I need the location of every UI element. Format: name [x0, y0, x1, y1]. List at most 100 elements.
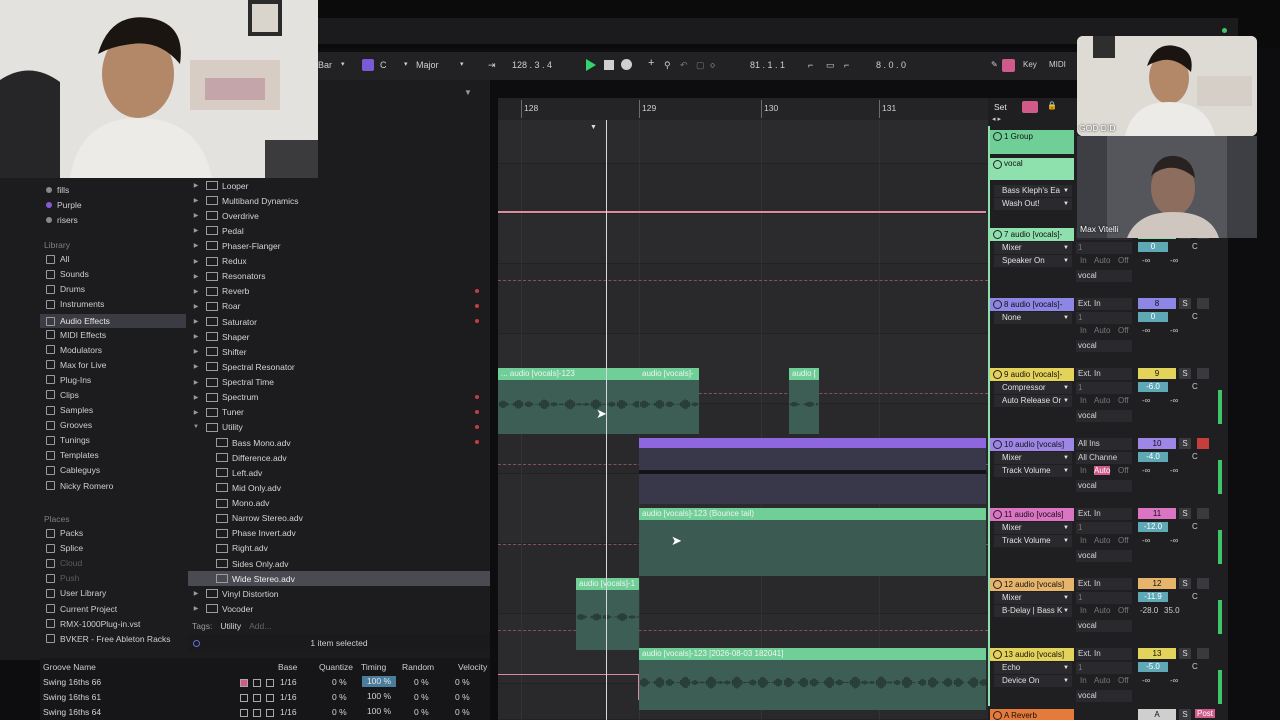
send-a-field[interactable]: -28.0 [1140, 606, 1158, 615]
track-lane[interactable] [498, 164, 988, 214]
library-item[interactable]: All [46, 254, 69, 264]
groove-base[interactable]: 1/16 [280, 677, 297, 687]
collapsed-arrow-icon[interactable]: ▶ [192, 605, 200, 612]
audio-clip-body[interactable] [639, 660, 986, 710]
midi-map-button[interactable]: MIDI [1049, 60, 1066, 69]
post-button[interactable]: Post [1195, 709, 1216, 718]
browser-item[interactable]: Left.adv [188, 465, 490, 480]
places-item[interactable]: User Library [46, 588, 106, 598]
browser-item[interactable]: ▼ Utility [188, 420, 490, 435]
monitor-off[interactable]: Off [1118, 256, 1129, 265]
back-to-arrangement-icon[interactable]: ↶ [680, 60, 688, 71]
groove-base[interactable]: 1/16 [280, 707, 297, 717]
browser-item[interactable]: Difference.adv [188, 450, 490, 465]
audio-clip-body[interactable] [576, 590, 639, 650]
collapsed-arrow-icon[interactable]: ▶ [192, 197, 200, 204]
groove-edit-icon[interactable] [240, 709, 248, 717]
fold-track-icon[interactable] [993, 510, 1002, 519]
track-activator[interactable]: 10 [1138, 438, 1176, 449]
browser-item[interactable]: Wide Stereo.adv [188, 571, 490, 587]
groove-quantize[interactable]: 0 % [332, 707, 347, 717]
audio-input-type[interactable]: Ext. In [1076, 298, 1132, 310]
send-b-field[interactable]: -∞ [1170, 256, 1178, 265]
browser-item[interactable]: ▶ Reverb [188, 284, 490, 299]
groove-save-icon[interactable] [253, 679, 261, 687]
grid-selector[interactable]: Bar [318, 60, 332, 70]
track-title-bar[interactable]: 8 audio [vocals]- [990, 298, 1074, 311]
collapsed-arrow-icon[interactable]: ▶ [192, 348, 200, 355]
audio-clip-title[interactable]: audio [vocals]-1 [576, 578, 639, 590]
lock-icon[interactable]: 🔒 [1047, 101, 1057, 110]
audio-clip-title[interactable]: audio [vocals]- [639, 368, 699, 380]
collapsed-arrow-icon[interactable]: ▶ [192, 318, 200, 325]
browser-item[interactable]: ▶ Phaser-Flanger [188, 238, 490, 253]
library-item[interactable]: Audio Effects [40, 314, 186, 329]
track-activator[interactable]: 11 [1138, 508, 1176, 519]
return-track-activator[interactable]: A [1138, 709, 1176, 720]
tag-utility[interactable]: Utility [220, 621, 241, 631]
key-map-button[interactable]: Key [1023, 60, 1037, 69]
send-a-field[interactable]: -∞ [1142, 536, 1150, 545]
audio-clip-body[interactable] [639, 380, 699, 434]
volume-field[interactable]: -5.0 [1138, 662, 1168, 672]
library-item[interactable]: Modulators [46, 345, 102, 355]
info-icon[interactable] [193, 640, 200, 647]
monitor-label-in[interactable]: In [1080, 536, 1087, 545]
library-item[interactable]: Clips [46, 390, 79, 400]
volume-field[interactable]: -4.0 [1138, 452, 1168, 462]
library-item[interactable]: Tunings [46, 435, 90, 445]
places-item[interactable]: Push [46, 573, 79, 583]
arm-button[interactable] [1197, 438, 1209, 449]
arm-button[interactable] [1197, 578, 1209, 589]
device-chain-item[interactable]: Device On ▼ [994, 675, 1072, 687]
device-chain-item[interactable]: Speaker On ▼ [994, 255, 1072, 267]
volume-field[interactable]: 0 [1138, 242, 1168, 252]
monitor-auto[interactable]: Auto [1094, 326, 1110, 335]
browser-item[interactable]: Sides Only.adv [188, 556, 490, 571]
browser-item[interactable]: ▶ Overdrive [188, 208, 490, 223]
monitor-label-in[interactable]: In [1080, 326, 1087, 335]
track-title-bar[interactable]: 13 audio [vocals] [990, 648, 1074, 661]
places-item[interactable]: Splice [46, 543, 83, 553]
collapsed-arrow-icon[interactable]: ▶ [192, 273, 200, 280]
groove-timing[interactable]: 100 % [362, 706, 396, 717]
groove-save-icon[interactable] [253, 694, 261, 702]
library-item[interactable]: MIDI Effects [46, 330, 106, 340]
library-item[interactable]: Nicky Romero [46, 481, 113, 491]
places-item[interactable]: RMX-1000Plug-in.vst [46, 619, 140, 629]
send-b-field[interactable]: -∞ [1170, 676, 1178, 685]
loop-start[interactable]: 81 . 1 . 1 [750, 60, 785, 70]
groove-name[interactable]: Swing 16ths 61 [43, 692, 101, 702]
send-b-field[interactable]: -∞ [1170, 466, 1178, 475]
audio-clip-title[interactable]: ... audio [vocals]-123 [498, 368, 639, 380]
audio-output[interactable]: vocal [1076, 340, 1132, 352]
midi-clip-purple[interactable] [639, 438, 986, 448]
device-chain-item[interactable]: Echo ▼ [994, 662, 1072, 674]
audio-input-channel[interactable]: 1 [1076, 312, 1132, 324]
collapsed-arrow-icon[interactable]: ▶ [192, 242, 200, 249]
send-b-field[interactable]: -∞ [1170, 536, 1178, 545]
collapsed-arrow-icon[interactable]: ▶ [192, 363, 200, 370]
solo-button[interactable]: S [1179, 508, 1191, 519]
scale-mode-icon[interactable] [362, 59, 374, 71]
keyboard-icon[interactable] [1002, 59, 1015, 72]
automation-line-bottom[interactable] [498, 674, 639, 675]
send-b-field[interactable]: -∞ [1170, 396, 1178, 405]
groove-velocity[interactable]: 0 % [455, 692, 470, 702]
loop-length[interactable]: 8 . 0 . 0 [876, 60, 906, 70]
browser-item[interactable]: ▶ Roar [188, 299, 490, 314]
automation-arm-icon[interactable]: ⚲ [664, 60, 671, 71]
track-activator[interactable]: 9 [1138, 368, 1176, 379]
midi-clip-purple-body[interactable] [639, 448, 986, 504]
solo-button[interactable]: S [1179, 709, 1191, 720]
groove-random[interactable]: 0 % [414, 707, 429, 717]
groove-quantize[interactable]: 0 % [332, 677, 347, 687]
audio-clip-body[interactable] [789, 380, 819, 434]
groove-base[interactable]: 1/16 [280, 692, 297, 702]
arm-button[interactable] [1197, 508, 1209, 519]
groove-edit-icon[interactable] [240, 679, 248, 687]
device-chain-item[interactable]: Track Volume ▼ [994, 535, 1072, 547]
audio-output[interactable]: vocal [1076, 270, 1132, 282]
places-item[interactable]: BVKER - Free Ableton Racks [46, 634, 171, 644]
monitor-label-in[interactable]: In [1080, 676, 1087, 685]
